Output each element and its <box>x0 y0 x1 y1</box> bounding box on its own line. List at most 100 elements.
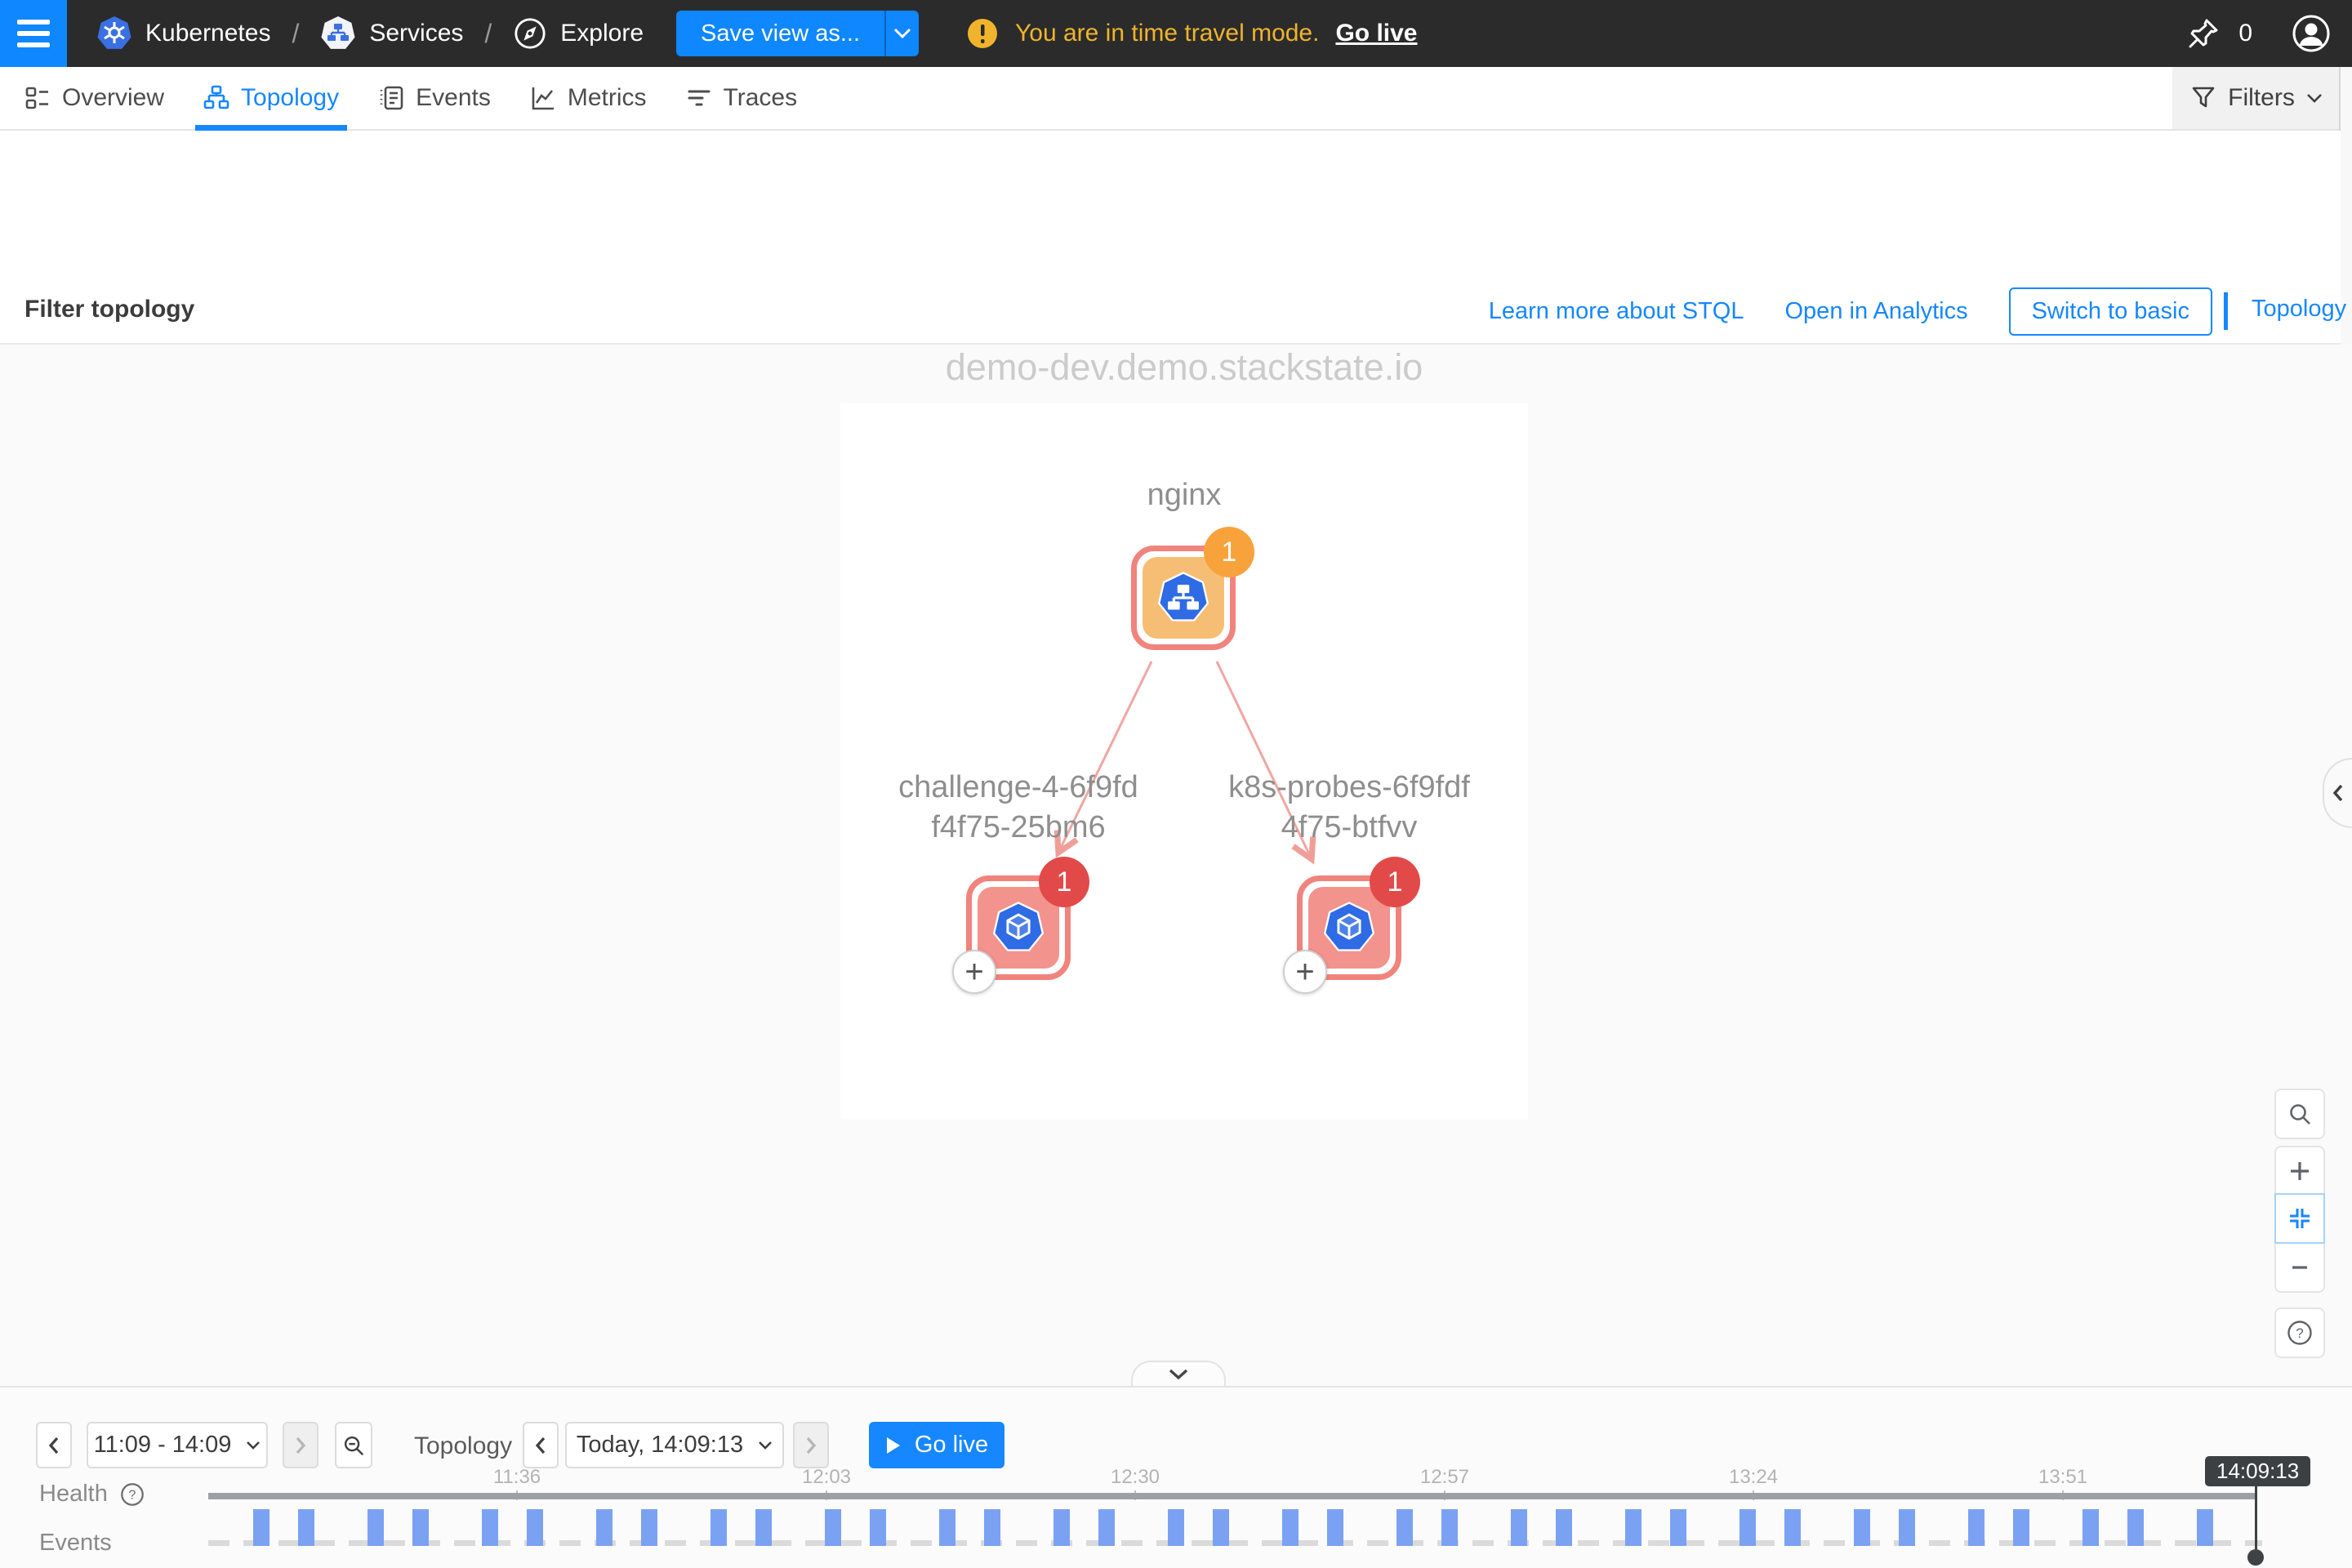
tab-events[interactable]: Events <box>378 67 491 129</box>
health-timeline-bar[interactable] <box>208 1493 2256 1499</box>
event-bar[interactable] <box>482 1509 498 1546</box>
breadcrumb-label[interactable]: Explore <box>560 20 644 47</box>
event-bar[interactable] <box>596 1509 612 1546</box>
event-bar[interactable] <box>1556 1509 1572 1546</box>
event-bar[interactable] <box>825 1509 841 1546</box>
event-bar[interactable] <box>2197 1509 2213 1546</box>
switch-to-basic-button[interactable]: Switch to basic <box>2009 287 2212 336</box>
node-nginx[interactable]: 1 <box>1131 546 1236 650</box>
tab-overview[interactable]: Overview <box>24 67 164 129</box>
event-bar[interactable] <box>1625 1509 1642 1546</box>
go-live-link[interactable]: Go live <box>1335 20 1417 47</box>
event-bar[interactable] <box>641 1509 657 1546</box>
event-bar[interactable] <box>1784 1509 1801 1546</box>
next-time-button[interactable] <box>793 1422 829 1468</box>
time-travel-marker-dot[interactable] <box>2247 1549 2264 1566</box>
deviating-badge[interactable]: 1 <box>1204 527 1254 577</box>
time-picker-dropdown[interactable]: Today, 14:09:13 <box>565 1422 784 1468</box>
previous-range-button[interactable] <box>36 1422 72 1468</box>
tab-label[interactable]: Topology <box>241 84 339 112</box>
previous-time-button[interactable] <box>523 1422 559 1468</box>
expand-node-button[interactable]: + <box>1283 950 1327 994</box>
menu-icon[interactable] <box>0 0 67 67</box>
learn-stql-link[interactable]: Learn more about STQL <box>1489 298 1744 325</box>
help-circle-icon[interactable]: ? <box>119 1481 145 1508</box>
svg-text:?: ? <box>2296 1325 2303 1341</box>
event-bar[interactable] <box>1168 1509 1184 1546</box>
node-challenge-pod[interactable]: 1 + <box>966 875 1071 980</box>
event-bar[interactable] <box>1396 1509 1413 1546</box>
event-bar[interactable] <box>1899 1509 1915 1546</box>
event-bar[interactable] <box>1282 1509 1298 1546</box>
next-range-button[interactable] <box>283 1422 318 1468</box>
tab-topology[interactable]: Topology <box>203 67 339 129</box>
event-bar[interactable] <box>1854 1509 1870 1546</box>
event-bar[interactable] <box>1511 1509 1527 1546</box>
event-bar[interactable] <box>2082 1509 2099 1546</box>
event-bar[interactable] <box>412 1509 429 1546</box>
event-bar[interactable] <box>527 1509 543 1546</box>
filters-label[interactable]: Filters <box>2228 84 2295 112</box>
event-bar[interactable] <box>298 1509 314 1546</box>
go-live-button[interactable]: Go live <box>869 1422 1004 1468</box>
search-topology-button[interactable] <box>2274 1089 2325 1139</box>
tab-label[interactable]: Events <box>416 84 491 112</box>
event-bar[interactable] <box>1098 1509 1115 1546</box>
fit-to-screen-button[interactable] <box>2274 1193 2325 1244</box>
tab-label[interactable]: Overview <box>62 84 164 112</box>
critical-badge[interactable]: 1 <box>1370 857 1420 907</box>
timeline-mode-label: Topology <box>414 1432 506 1460</box>
tab-label[interactable]: Metrics <box>568 84 647 112</box>
zoom-out-range-button[interactable] <box>335 1422 372 1468</box>
open-analytics-link[interactable]: Open in Analytics <box>1785 298 1968 325</box>
events-bars[interactable] <box>0 1509 2352 1546</box>
time-travel-marker-line[interactable] <box>2255 1486 2257 1552</box>
node-label-k8s-probes[interactable]: k8s-probes-6f9fdf 4f75-btfvv <box>1169 768 1529 849</box>
event-bar[interactable] <box>1670 1509 1686 1546</box>
node-k8s-probes-pod[interactable]: 1 + <box>1297 875 1401 980</box>
event-bar[interactable] <box>755 1509 772 1546</box>
zoom-in-button[interactable] <box>2274 1146 2325 1196</box>
event-bar[interactable] <box>368 1509 384 1546</box>
event-bar[interactable] <box>2013 1509 2029 1546</box>
breadcrumb-kubernetes[interactable]: Kubernetes <box>96 16 270 51</box>
help-button[interactable]: ? <box>2274 1307 2325 1358</box>
node-label-challenge[interactable]: challenge-4-6f9fd f4f75-25bm6 <box>839 768 1198 849</box>
zoom-out-button[interactable] <box>2274 1242 2325 1293</box>
topology-canvas[interactable]: demo-dev.demo.stackstate.io nginx 1 chal… <box>0 345 2352 1386</box>
node-label-line: challenge-4-6f9fd <box>839 768 1198 808</box>
time-range-label: 11:09 - 14:09 <box>94 1432 232 1459</box>
filters-button[interactable]: Filters <box>2172 67 2341 129</box>
breadcrumb-label[interactable]: Kubernetes <box>145 20 270 47</box>
event-bar[interactable] <box>710 1509 727 1546</box>
critical-badge[interactable]: 1 <box>1039 857 1089 907</box>
event-bar[interactable] <box>870 1509 886 1546</box>
event-bar[interactable] <box>1213 1509 1229 1546</box>
node-label-nginx[interactable]: nginx <box>1049 475 1319 515</box>
save-view-caret-icon[interactable] <box>884 11 919 56</box>
tab-metrics[interactable]: Metrics <box>530 67 647 129</box>
event-bar[interactable] <box>1740 1509 1756 1546</box>
time-range-dropdown[interactable]: 11:09 - 14:09 <box>87 1422 268 1468</box>
event-bar[interactable] <box>253 1509 270 1546</box>
tab-label[interactable]: Traces <box>724 84 798 112</box>
user-avatar-icon[interactable] <box>2292 14 2331 53</box>
save-view-as-button[interactable]: Save view as... <box>676 11 919 56</box>
event-bar[interactable] <box>1054 1509 1070 1546</box>
event-bar[interactable] <box>1441 1509 1458 1546</box>
tab-traces[interactable]: Traces <box>686 67 798 129</box>
event-bar[interactable] <box>939 1509 956 1546</box>
breadcrumb-label[interactable]: Services <box>369 20 463 47</box>
event-bar[interactable] <box>1968 1509 1984 1546</box>
collapse-timeline-tab[interactable] <box>1131 1361 1226 1386</box>
pin-icon[interactable] <box>2186 16 2221 51</box>
expand-node-button[interactable]: + <box>952 950 996 994</box>
breadcrumb-services[interactable]: Services <box>320 16 463 51</box>
event-bar[interactable] <box>1327 1509 1343 1546</box>
save-view-as-label[interactable]: Save view as... <box>676 11 884 56</box>
event-bar[interactable] <box>2127 1509 2144 1546</box>
breadcrumb-explore[interactable]: Explore <box>513 16 644 51</box>
filter-nav-topology[interactable]: Topology <box>2252 296 2346 323</box>
event-bar[interactable] <box>984 1509 1000 1546</box>
traces-icon <box>686 85 712 111</box>
